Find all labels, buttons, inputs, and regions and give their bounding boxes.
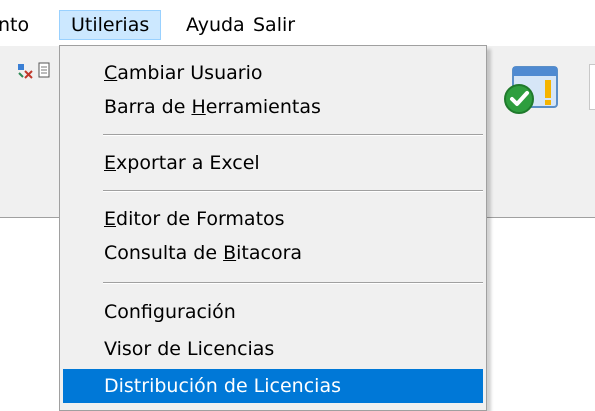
- menuitem-label-post: ambiar Usuario: [117, 62, 263, 84]
- menu-truncated[interactable]: nto: [0, 10, 29, 40]
- menu-separator: [103, 282, 483, 284]
- menuitem-label-pre: Consulta de: [104, 242, 224, 264]
- menuitem-label: Visor de Licencias: [104, 338, 275, 360]
- menuitem-label-post: erramientas: [205, 96, 321, 118]
- menuitem-label-post: itacora: [236, 242, 303, 264]
- menuitem-label: Configuración: [104, 301, 236, 323]
- menuitem-mnemonic: C: [104, 62, 118, 84]
- menuitem-exportar-excel[interactable]: Exportar a Excel: [63, 146, 483, 180]
- menu-separator: [103, 134, 483, 136]
- document-icon[interactable]: [38, 62, 50, 78]
- menuitem-mnemonic: H: [191, 96, 206, 118]
- menuitem-mnemonic: E: [104, 208, 117, 230]
- toolbar-edge: [589, 64, 595, 110]
- check-window-icon[interactable]: [499, 63, 561, 117]
- menu-ayuda[interactable]: Ayuda: [186, 10, 245, 40]
- menuitem-label: Distribución de Licencias: [104, 375, 341, 397]
- menu-bar: nto Utilerias Ayuda Salir: [0, 0, 595, 46]
- menuitem-mnemonic: B: [223, 242, 237, 264]
- menuitem-mnemonic: E: [104, 152, 117, 174]
- menuitem-distribucion-licencias[interactable]: Distribución de Licencias: [63, 369, 483, 403]
- menu-salir[interactable]: Salir: [253, 10, 295, 40]
- menuitem-configuracion[interactable]: Configuración: [63, 295, 483, 329]
- menuitem-consulta-bitacora[interactable]: Consulta de Bitacora: [63, 236, 483, 270]
- app-window: nto Utilerias Ayuda Salir Cambiar Usuari…: [0, 0, 595, 411]
- menu-utilerias[interactable]: Utilerias: [59, 10, 162, 40]
- menuitem-visor-licencias[interactable]: Visor de Licencias: [63, 332, 483, 366]
- menuitem-editor-formatos[interactable]: Editor de Formatos: [63, 202, 483, 236]
- menuitem-label-post: ditor de Formatos: [116, 208, 285, 230]
- menuitem-cambiar-usuario[interactable]: Cambiar Usuario: [63, 56, 483, 90]
- tool-icon[interactable]: [16, 62, 34, 80]
- menu-separator: [103, 190, 483, 192]
- menuitem-label-post: xportar a Excel: [116, 152, 260, 174]
- menuitem-barra-herramientas[interactable]: Barra de Herramientas: [63, 90, 483, 124]
- utilerias-dropdown: Cambiar Usuario Barra de Herramientas Ex…: [59, 45, 487, 411]
- menuitem-label-pre: Barra de: [104, 96, 192, 118]
